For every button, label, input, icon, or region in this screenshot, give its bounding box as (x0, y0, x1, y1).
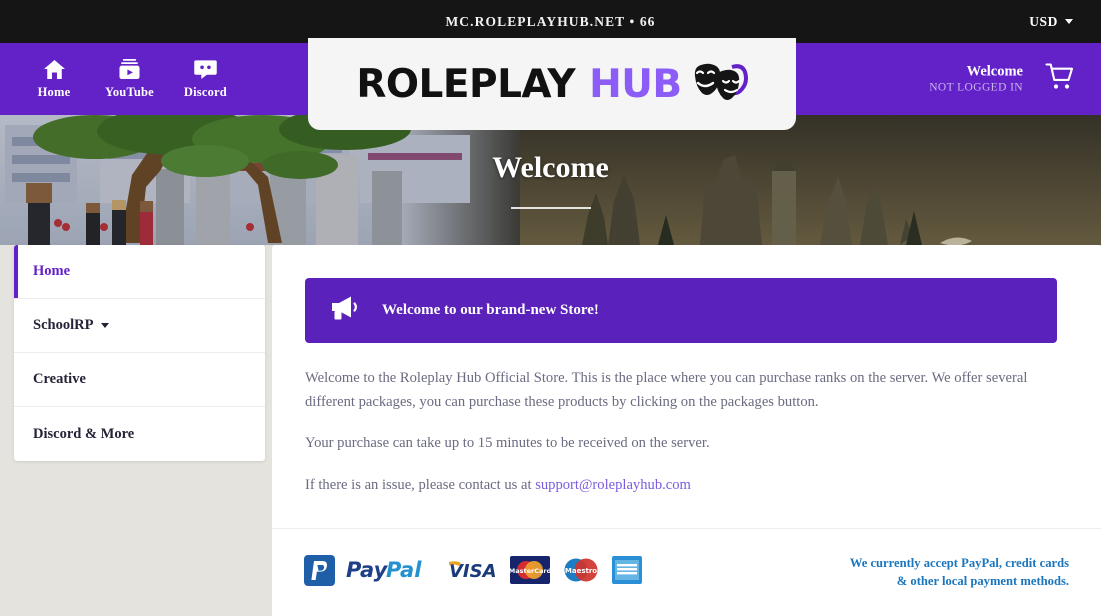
account-title: Welcome (966, 63, 1023, 80)
nav-links: Home YouTube Discord (33, 58, 227, 100)
announcement-banner[interactable]: Welcome to our brand-new Store! (305, 278, 1057, 343)
title-divider (510, 207, 591, 209)
page-title: Welcome (492, 151, 609, 184)
visa-icon: VISA (447, 558, 499, 587)
theater-masks-icon (692, 61, 748, 107)
nav-item-discord-label: Discord (183, 84, 227, 99)
payment-methods: Pay Pal VISA MasterCard Maestro (304, 554, 642, 591)
svg-text:Maestro: Maestro (565, 567, 597, 575)
sidebar-item-discord-more[interactable]: Discord & More (14, 407, 265, 461)
maestro-icon: Maestro (561, 556, 601, 589)
chevron-down-icon (101, 323, 110, 328)
logo-word-hub: HUB (589, 61, 682, 107)
svg-text:Pal: Pal (386, 558, 422, 582)
cart-button[interactable] (1045, 63, 1075, 96)
nav-item-youtube-label: YouTube (105, 84, 154, 99)
currency-label: USD (1029, 13, 1058, 29)
paypal-wordmark-icon: Pay Pal (346, 557, 436, 588)
nav-item-youtube[interactable]: YouTube (105, 58, 154, 100)
youtube-icon (118, 58, 141, 80)
payment-note-line-2: & other local payment methods. (896, 573, 1069, 588)
account-subtitle: NOT LOGGED IN (929, 81, 1023, 94)
store-description: Welcome to the Roleplay Hub Official Sto… (305, 367, 1045, 516)
payment-footer: Pay Pal VISA MasterCard Maestro We curre… (272, 529, 1101, 616)
sidebar-item-creative-label: Creative (33, 371, 86, 387)
shopping-cart-icon (1045, 63, 1075, 96)
nav-item-home[interactable]: Home (33, 59, 75, 100)
description-paragraph-2: Your purchase can take up to 15 minutes … (305, 435, 710, 452)
nav-item-discord[interactable]: Discord (184, 59, 227, 100)
home-icon (43, 59, 66, 80)
description-paragraph-3: If there is an issue, please contact us … (305, 474, 1045, 498)
support-text-prefix: If there is an issue, please contact us … (305, 476, 536, 493)
sidebar-item-home[interactable]: Home (14, 245, 265, 299)
main-content-card: Welcome to our brand-new Store! Welcome … (272, 245, 1101, 616)
payment-note: We currently accept PayPal, credit cards… (850, 555, 1069, 591)
sidebar-item-schoolrp[interactable]: SchoolRP (14, 299, 265, 353)
logo-word-roleplay: ROLEPLAY (356, 61, 576, 107)
sidebar-item-creative[interactable]: Creative (14, 353, 265, 407)
server-address: MC.ROLEPLAYHUB.NET • 66 (445, 13, 656, 29)
account-status[interactable]: Welcome NOT LOGGED IN (929, 63, 1023, 95)
hero-caption: Welcome (0, 115, 1101, 245)
support-email-link[interactable]: support@roleplayhub.com (535, 477, 691, 493)
discord-icon (194, 59, 217, 80)
paypal-mark-icon (304, 554, 335, 591)
sidebar-item-schoolrp-label: SchoolRP (33, 317, 94, 333)
description-paragraph-1: Welcome to the Roleplay Hub Official Sto… (305, 370, 1028, 410)
hero-banner: Welcome (0, 115, 1101, 245)
svg-text:Pay: Pay (346, 558, 389, 582)
chevron-down-icon (1065, 19, 1073, 24)
sidebar-item-home-label: Home (33, 263, 71, 279)
payment-note-line-1: We currently accept PayPal, credit cards (849, 555, 1069, 570)
american-express-icon (612, 556, 642, 589)
site-logo[interactable]: ROLEPLAY HUB (308, 38, 796, 130)
sidebar-item-discord-more-label: Discord & More (33, 425, 135, 442)
announcement-text: Welcome to our brand-new Store! (382, 302, 599, 318)
nav-item-home-label: Home (37, 84, 71, 99)
category-sidebar: Home SchoolRP Creative Discord & More (14, 245, 265, 461)
megaphone-icon (330, 295, 360, 326)
currency-selector[interactable]: USD (1029, 14, 1073, 30)
svg-text:MasterCard: MasterCard (510, 567, 550, 575)
top-bar: MC.ROLEPLAYHUB.NET • 66 USD (0, 0, 1101, 43)
nav-account-area: Welcome NOT LOGGED IN (929, 63, 1075, 96)
mastercard-icon: MasterCard (509, 556, 552, 589)
